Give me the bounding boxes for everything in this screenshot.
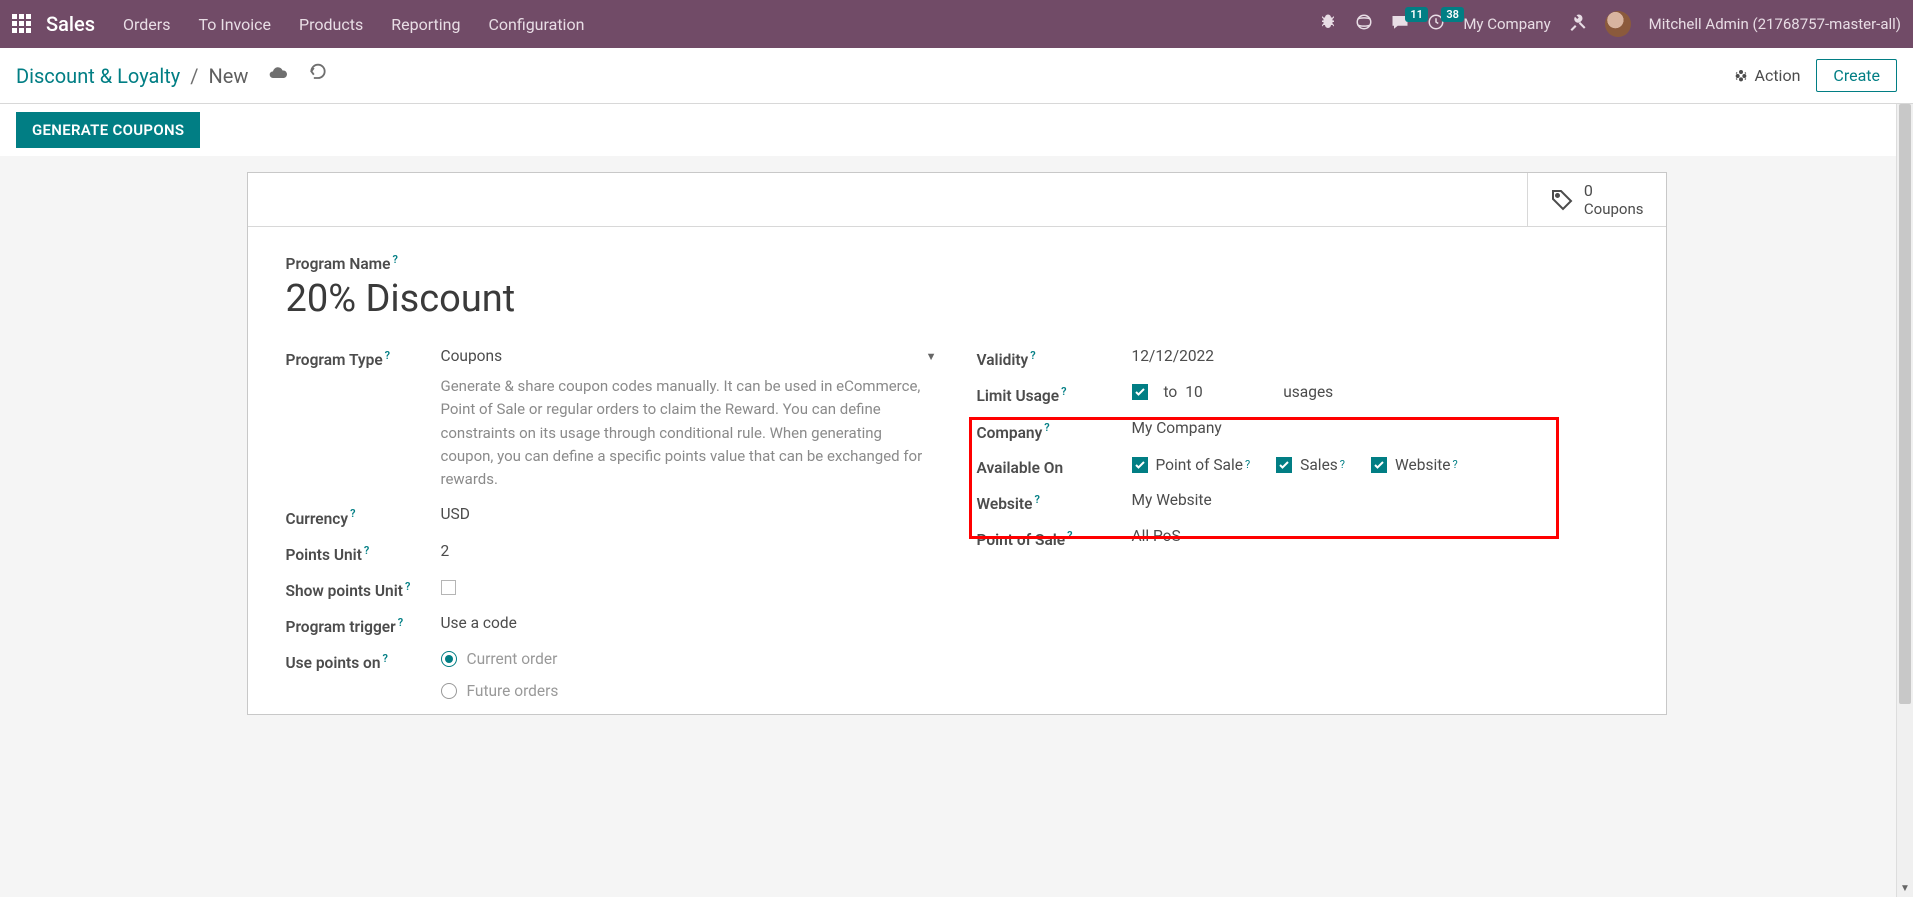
trigger-value: Use a code <box>441 614 937 632</box>
breadcrumb-root[interactable]: Discount & Loyalty <box>16 64 180 88</box>
support-icon[interactable] <box>1355 13 1373 35</box>
nav-orders[interactable]: Orders <box>123 15 170 34</box>
radio-future-orders[interactable]: Future orders <box>441 682 937 700</box>
company-input[interactable]: My Company <box>1132 419 1628 437</box>
form-sheet: 0 Coupons Program Name? 20% Discount Pro… <box>247 172 1667 715</box>
help-icon[interactable]: ? <box>1034 493 1039 506</box>
limit-value-input[interactable]: 10 <box>1185 383 1275 401</box>
control-bar: Discount & Loyalty / New Action Create <box>0 48 1913 104</box>
help-icon[interactable]: ? <box>1453 458 1458 471</box>
caret-down-icon: ▼ <box>926 350 937 363</box>
show-points-checkbox[interactable] <box>441 580 456 595</box>
stat-coupons[interactable]: 0 Coupons <box>1527 173 1666 226</box>
stat-count: 0 <box>1584 181 1644 200</box>
program-name-input[interactable]: 20% Discount <box>286 277 1628 321</box>
top-nav: Sales Orders To Invoice Products Reporti… <box>0 0 1913 48</box>
bug-icon[interactable] <box>1319 13 1337 35</box>
stat-label: Coupons <box>1584 200 1644 218</box>
button-bar: GENERATE COUPONS <box>0 104 1913 156</box>
breadcrumb-current: New <box>209 64 249 88</box>
available-sales-checkbox[interactable] <box>1276 457 1292 473</box>
limit-usage-checkbox[interactable] <box>1132 384 1148 400</box>
website-input[interactable]: My Website <box>1132 491 1628 509</box>
company-label: Company? <box>977 424 1050 442</box>
activities-badge: 38 <box>1441 7 1464 22</box>
help-icon[interactable]: ? <box>1340 458 1345 471</box>
scrollbar[interactable]: ▲ ▼ <box>1896 104 1913 897</box>
nav-reporting[interactable]: Reporting <box>391 15 460 34</box>
points-unit-label: Points Unit? <box>286 546 370 564</box>
tag-icon <box>1550 188 1574 212</box>
tools-icon[interactable] <box>1569 13 1587 35</box>
available-website-checkbox[interactable] <box>1371 457 1387 473</box>
help-icon[interactable]: ? <box>1245 458 1250 471</box>
nav-menu: Orders To Invoice Products Reporting Con… <box>123 15 584 34</box>
points-unit-input[interactable]: 2 <box>441 542 937 560</box>
nav-to-invoice[interactable]: To Invoice <box>198 15 271 34</box>
trigger-label: Program trigger? <box>286 618 404 636</box>
available-on-label: Available On <box>977 459 1064 477</box>
validity-input[interactable]: 12/12/2022 <box>1132 347 1628 365</box>
program-type-help: Generate & share coupon codes manually. … <box>441 375 937 491</box>
website-label: Website? <box>977 495 1040 513</box>
apps-icon[interactable] <box>12 14 32 34</box>
pos-label: Point of Sale? <box>977 531 1073 549</box>
help-icon[interactable]: ? <box>382 652 387 665</box>
help-icon[interactable]: ? <box>1030 349 1035 362</box>
help-icon[interactable]: ? <box>392 253 397 266</box>
user-menu[interactable]: Mitchell Admin (21768757-master-all) <box>1649 15 1901 33</box>
help-icon[interactable]: ? <box>364 544 369 557</box>
messages-icon[interactable]: 11 <box>1391 13 1409 35</box>
help-icon[interactable]: ? <box>350 507 355 520</box>
help-icon[interactable]: ? <box>1067 529 1072 542</box>
breadcrumb: Discount & Loyalty / New <box>16 63 328 88</box>
help-icon[interactable]: ? <box>405 580 410 593</box>
breadcrumb-sep: / <box>190 64 198 88</box>
create-button[interactable]: Create <box>1816 59 1897 92</box>
program-type-select[interactable]: Coupons▼ <box>441 347 937 365</box>
program-name-label: Program Name? <box>286 253 1628 273</box>
help-icon[interactable]: ? <box>1044 421 1049 434</box>
validity-label: Validity? <box>977 351 1036 369</box>
available-pos-checkbox[interactable] <box>1132 457 1148 473</box>
nav-products[interactable]: Products <box>299 15 363 34</box>
pos-input[interactable]: All PoS <box>1132 527 1628 545</box>
company-switcher[interactable]: My Company <box>1463 15 1550 33</box>
currency-input[interactable]: USD <box>441 505 937 523</box>
nav-configuration[interactable]: Configuration <box>488 15 584 34</box>
messages-badge: 11 <box>1405 7 1428 22</box>
scrollbar-thumb[interactable] <box>1899 104 1911 704</box>
avatar[interactable] <box>1605 11 1631 37</box>
app-brand[interactable]: Sales <box>46 12 95 36</box>
scroll-down-icon[interactable]: ▼ <box>1897 880 1913 897</box>
help-icon[interactable]: ? <box>1061 385 1066 398</box>
action-menu[interactable]: Action <box>1733 66 1801 85</box>
currency-label: Currency? <box>286 510 356 528</box>
radio-current-order[interactable]: Current order <box>441 650 937 668</box>
show-points-label: Show points Unit? <box>286 582 411 600</box>
save-icon[interactable] <box>268 63 288 88</box>
help-icon[interactable]: ? <box>398 616 403 629</box>
limit-usage-label: Limit Usage? <box>977 387 1067 405</box>
discard-icon[interactable] <box>308 63 328 88</box>
help-icon[interactable]: ? <box>385 349 390 362</box>
use-points-label: Use points on? <box>286 654 388 672</box>
generate-coupons-button[interactable]: GENERATE COUPONS <box>16 112 200 148</box>
program-type-label: Program Type? <box>286 351 391 369</box>
activities-icon[interactable]: 38 <box>1427 13 1445 35</box>
